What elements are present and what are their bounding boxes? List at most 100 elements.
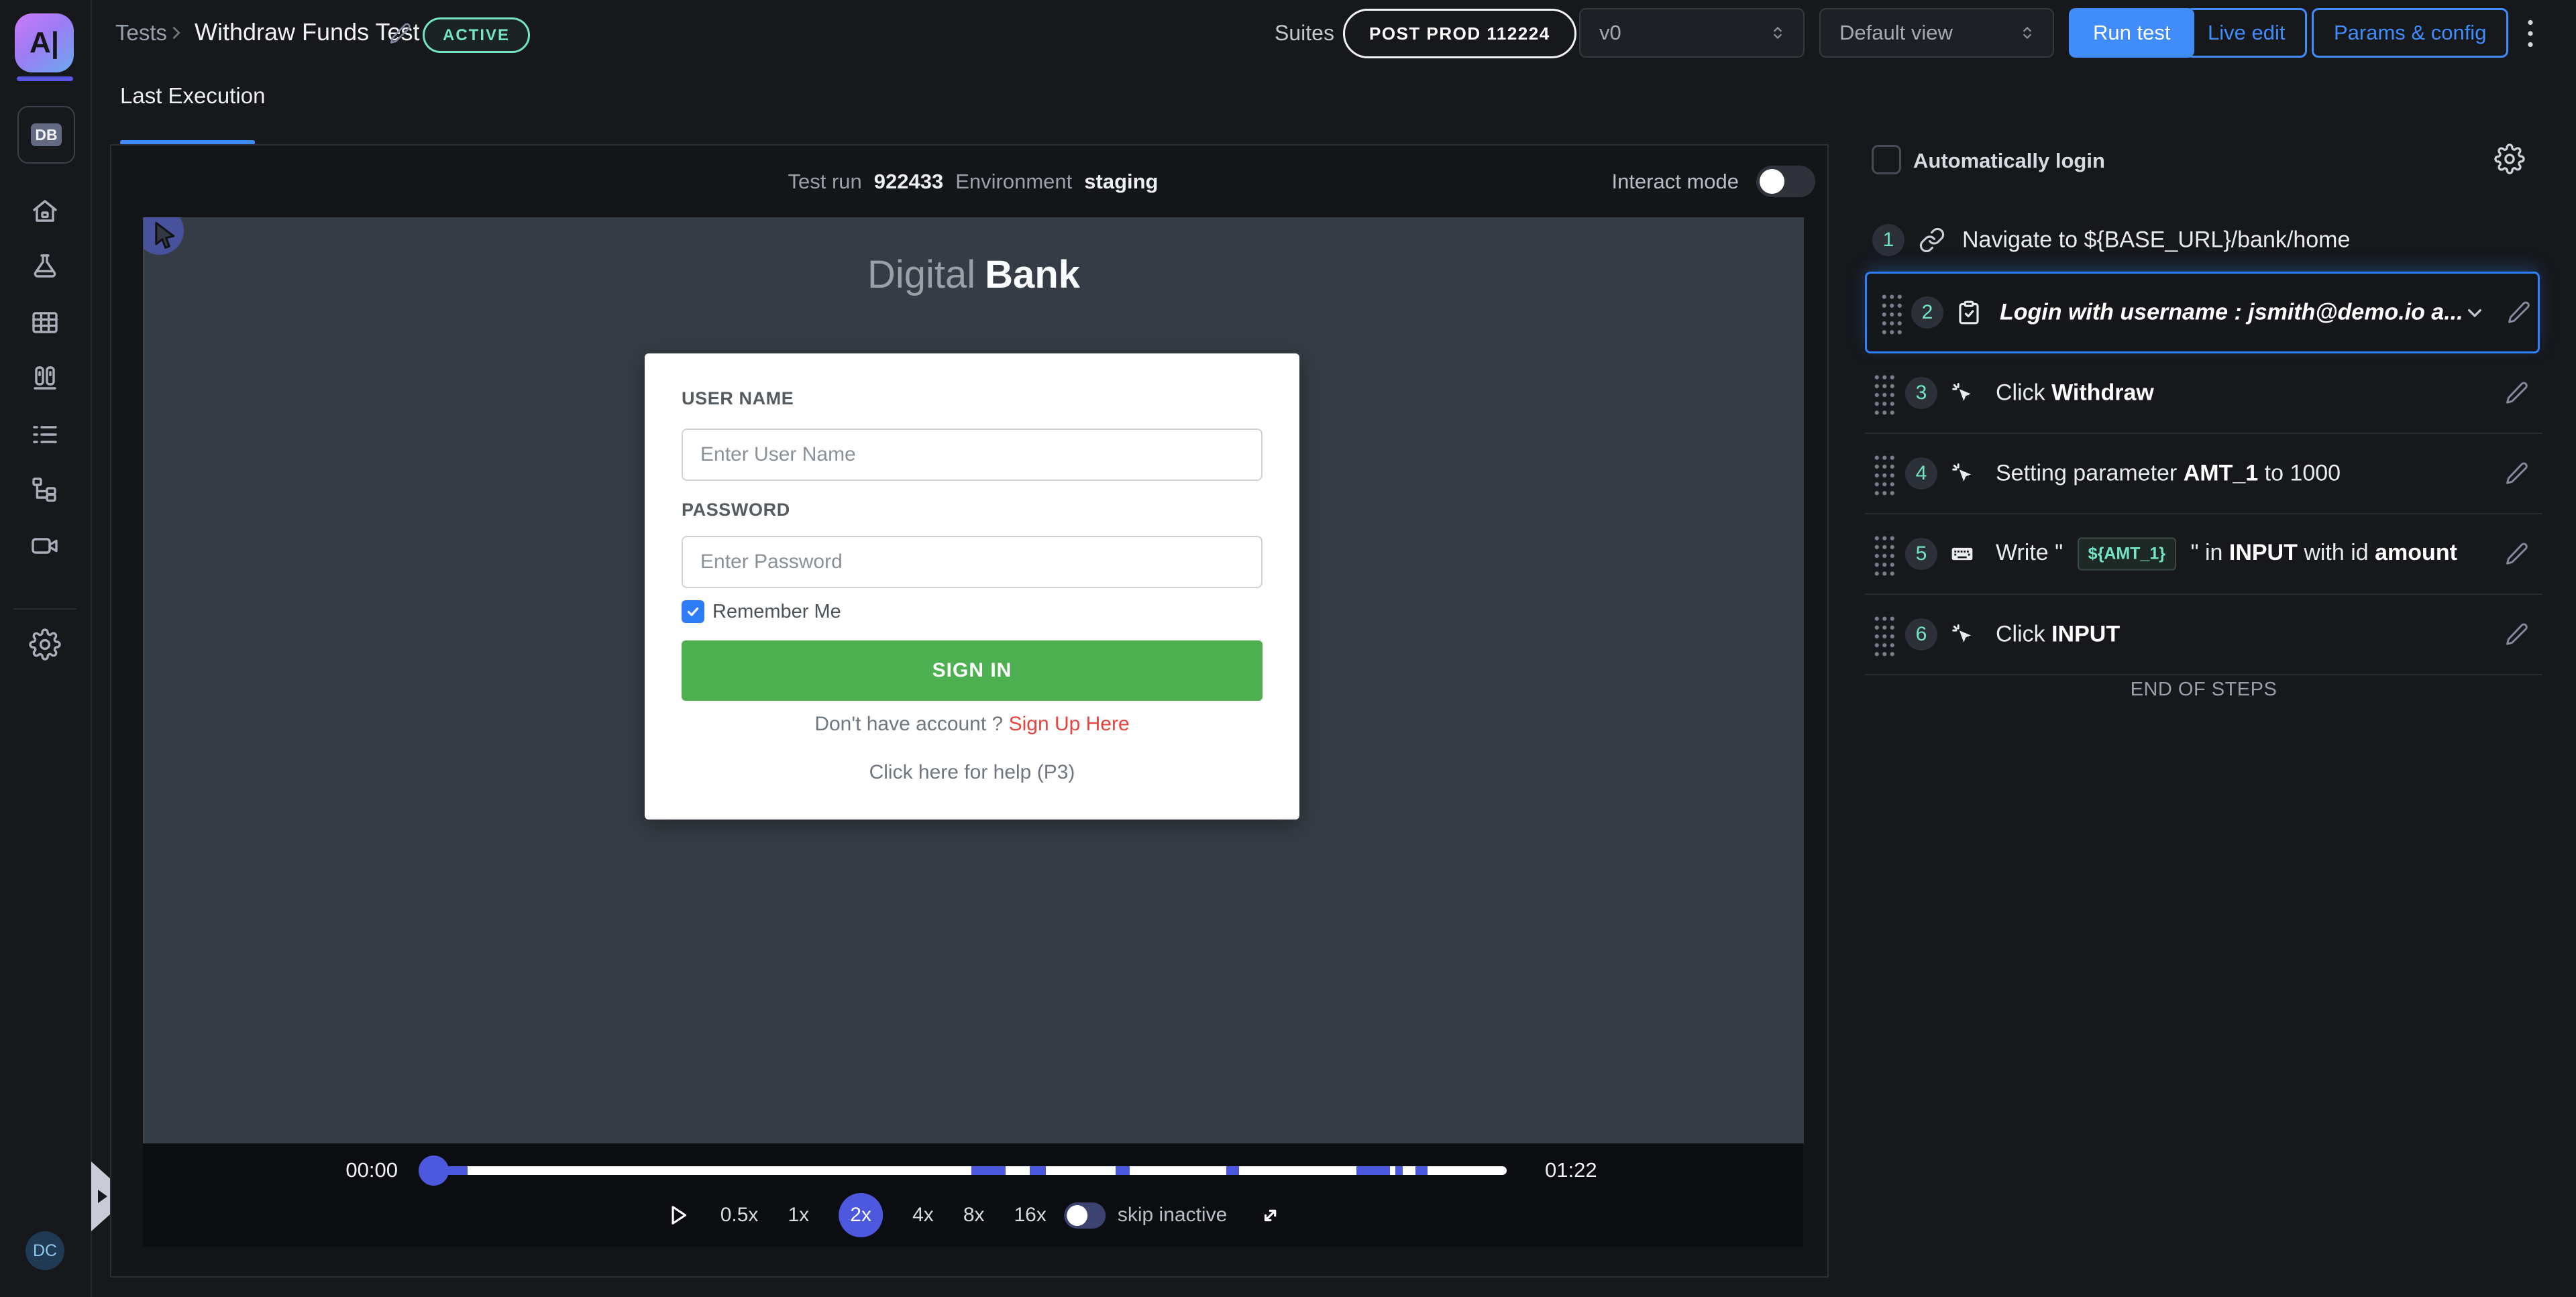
play-icon[interactable]: [663, 1201, 691, 1229]
timeline-activity-segment: [971, 1166, 1006, 1175]
step-row-1[interactable]: 1 Navigate to ${BASE_URL}/bank/home: [1865, 208, 2542, 272]
speed-1x[interactable]: 1x: [788, 1204, 809, 1227]
sidebar-item-list[interactable]: [29, 418, 61, 451]
bank-title-light: Digital: [867, 253, 975, 296]
edit-title-pencil-icon[interactable]: [388, 21, 412, 46]
speed-16x[interactable]: 16x: [1014, 1204, 1046, 1227]
signup-line: Don't have account ? Sign Up Here: [645, 713, 1299, 736]
tree-hierarchy-icon: [29, 474, 61, 506]
logo-underline: [17, 76, 73, 81]
auto-login-row: Automatically login: [1865, 138, 2542, 181]
edit-step-pencil-icon[interactable]: [2504, 461, 2529, 486]
username-label: USER NAME: [682, 388, 794, 409]
sidebar-divider: [13, 608, 76, 610]
fullscreen-icon[interactable]: [1256, 1202, 1283, 1229]
workspace-switcher-button[interactable]: DB: [17, 106, 75, 164]
suites-label: Suites: [1275, 21, 1334, 46]
home-icon: [29, 195, 61, 227]
steps-settings-gear-icon[interactable]: [2494, 144, 2525, 174]
cursor-click-icon: [1949, 380, 1976, 406]
breadcrumb-tests-link[interactable]: Tests: [115, 20, 167, 46]
version-select[interactable]: v0: [1579, 8, 1805, 58]
duration-time: 01:22: [1545, 1158, 1597, 1182]
status-badge: ACTIVE: [423, 17, 530, 53]
suite-pill[interactable]: POST PROD 112224: [1343, 9, 1576, 58]
sign-in-button: SIGN IN: [682, 640, 1263, 701]
drag-handle[interactable]: [1872, 371, 1894, 415]
step-number: 4: [1905, 457, 1937, 490]
edit-step-pencil-icon[interactable]: [2504, 380, 2529, 406]
step-row-2-selected[interactable]: 2 Login with username : jsmith@demo.io a…: [1865, 272, 2540, 353]
timeline-activity-segment: [1030, 1166, 1046, 1175]
scrubber-handle[interactable]: [419, 1155, 449, 1186]
current-time: 00:00: [317, 1158, 398, 1182]
step-row-5[interactable]: 5 Write " ${AMT_1} " in INPUT with id am…: [1865, 514, 2542, 595]
select-chevrons-icon: [1768, 23, 1787, 42]
runs-columns-icon: [29, 362, 61, 394]
interact-mode-toggle[interactable]: [1756, 166, 1815, 197]
remember-me-label: Remember Me: [712, 601, 841, 623]
step-row-6[interactable]: 6 Click INPUT: [1865, 595, 2542, 675]
view-select[interactable]: Default view: [1819, 8, 2054, 58]
sidebar-collapse-handle[interactable]: [91, 1162, 111, 1231]
drag-handle[interactable]: [1872, 612, 1894, 657]
password-input: Enter Password: [682, 536, 1263, 588]
sidebar-item-tests[interactable]: [29, 251, 61, 283]
timeline-activity-segment: [1116, 1166, 1130, 1175]
test-run-id: 922433: [874, 170, 943, 194]
drag-handle[interactable]: [1879, 290, 1902, 335]
sidebar-item-runs[interactable]: [29, 362, 61, 394]
drag-handle[interactable]: [1872, 451, 1894, 496]
drag-handle[interactable]: [1872, 532, 1894, 576]
password-label: PASSWORD: [682, 500, 790, 520]
clipboard-check-icon: [1955, 299, 1982, 326]
breadcrumb-chevron-icon: [166, 23, 186, 43]
speed-4x[interactable]: 4x: [912, 1204, 934, 1227]
signup-link: Sign Up Here: [1009, 713, 1130, 735]
step-text: Click Withdraw: [1996, 380, 2154, 406]
logo-glyph: A|: [30, 26, 59, 60]
auto-login-label: Automatically login: [1913, 149, 2105, 173]
run-test-button[interactable]: Run test: [2069, 8, 2194, 58]
sidebar: A| DB DC: [0, 0, 92, 1297]
kebab-menu-icon[interactable]: [2517, 15, 2544, 52]
video-player-bar: 00:00 01:22 0.5x 1x 2x 4x 8x 16x skip in…: [143, 1143, 1803, 1247]
skip-inactive-toggle[interactable]: [1064, 1202, 1106, 1229]
app-root: { "sidebar": {"logo_glyph": "A|", "works…: [0, 0, 2576, 1297]
speed-8x[interactable]: 8x: [963, 1204, 985, 1227]
link-icon: [1919, 227, 1945, 253]
step-number: 1: [1872, 224, 1904, 256]
timeline-activity-segment: [1356, 1166, 1390, 1175]
auto-login-checkbox[interactable]: [1872, 145, 1901, 174]
speed-2x[interactable]: 2x: [839, 1193, 883, 1237]
edit-step-pencil-icon[interactable]: [2504, 541, 2529, 567]
skip-inactive-label: skip inactive: [1118, 1204, 1227, 1227]
sidebar-item-settings[interactable]: [29, 628, 61, 661]
version-select-value: v0: [1599, 21, 1621, 45]
view-select-value: Default view: [1839, 21, 1953, 45]
user-avatar[interactable]: DC: [25, 1231, 64, 1270]
sidebar-item-tree[interactable]: [29, 474, 61, 506]
step-text: Login with username : jsmith@demo.io a..…: [2000, 300, 2463, 326]
environment-value: staging: [1084, 170, 1158, 194]
edit-step-pencil-icon[interactable]: [2506, 300, 2531, 325]
step-text: Write " ${AMT_1} " in INPUT with id amou…: [1996, 538, 2457, 571]
bank-title-bold: Bank: [985, 253, 1080, 296]
video-frame[interactable]: DigitalBank USER NAME Enter User Name PA…: [143, 217, 1804, 1143]
grid-table-icon: [29, 306, 61, 339]
timeline-track[interactable]: [435, 1166, 1507, 1175]
sidebar-item-home[interactable]: [29, 195, 61, 227]
sidebar-item-suites[interactable]: [29, 306, 61, 339]
app-logo[interactable]: A|: [15, 13, 74, 72]
speed-0.5x[interactable]: 0.5x: [720, 1204, 759, 1227]
chevron-down-icon[interactable]: [2461, 299, 2488, 326]
remember-me-checkbox: [682, 600, 704, 623]
step-row-3[interactable]: 3 Click Withdraw: [1865, 353, 2542, 434]
step-row-4[interactable]: 4 Setting parameter AMT_1 to 1000: [1865, 434, 2542, 514]
sidebar-item-recordings[interactable]: [29, 530, 61, 562]
live-edit-button[interactable]: Live edit: [2186, 8, 2307, 58]
player-controls: 0.5x 1x 2x 4x 8x 16x skip inactive: [663, 1201, 1284, 1229]
params-config-button[interactable]: Params & config: [2312, 8, 2508, 58]
tab-last-execution[interactable]: Last Execution: [120, 83, 265, 109]
edit-step-pencil-icon[interactable]: [2504, 622, 2529, 647]
